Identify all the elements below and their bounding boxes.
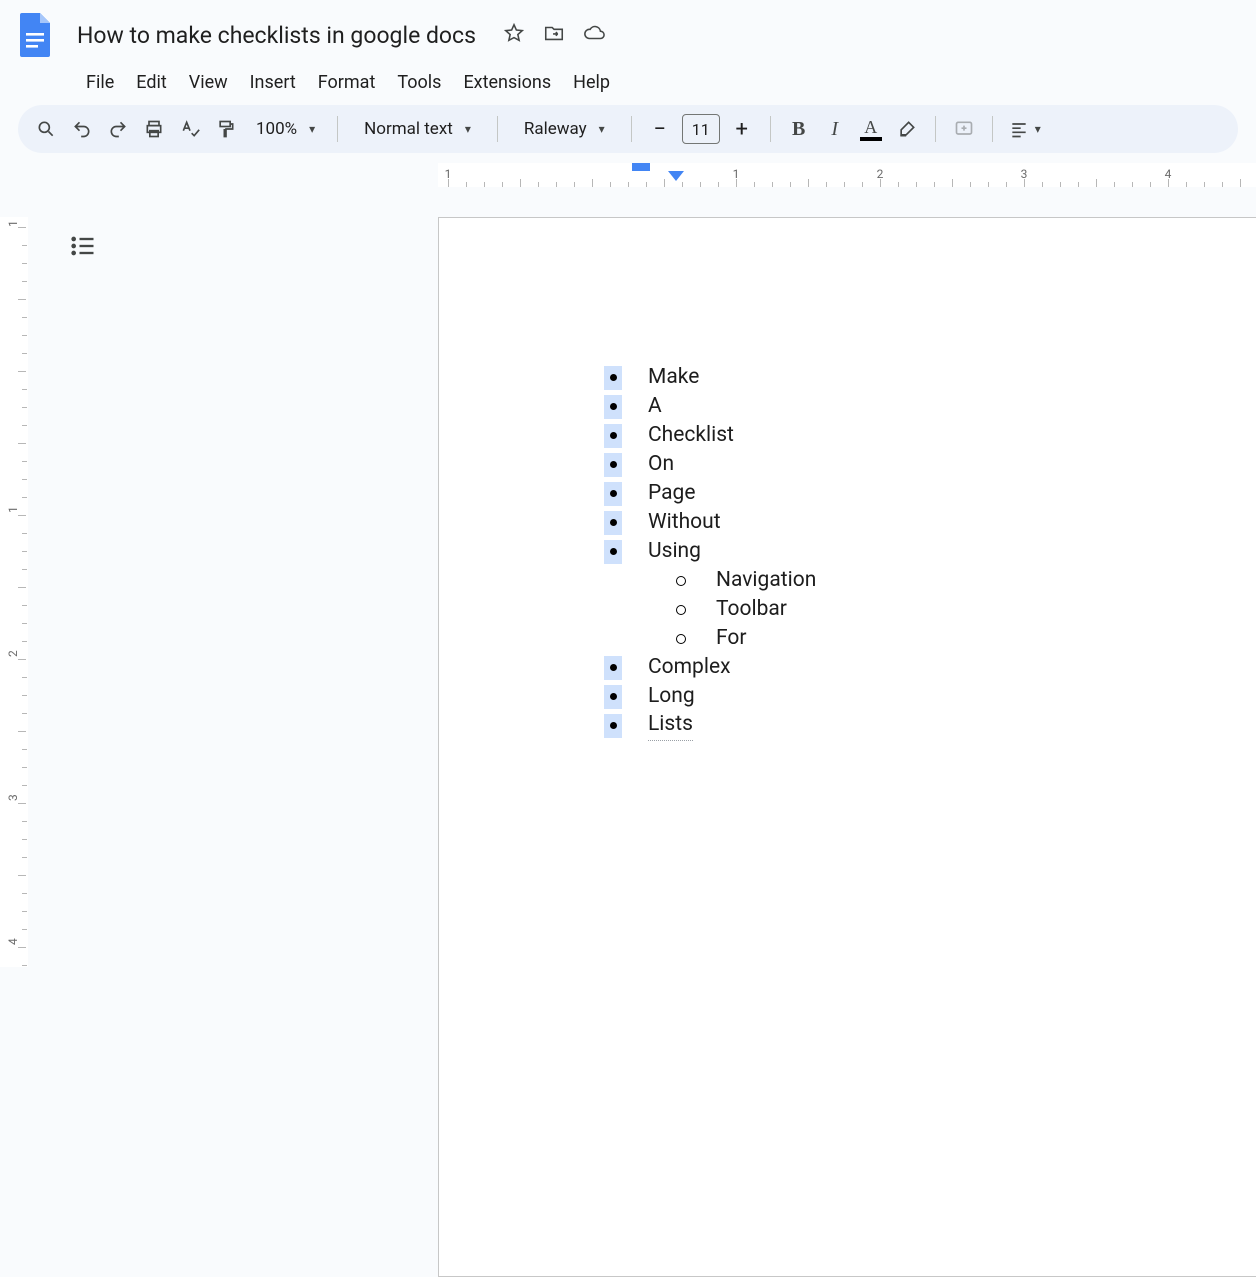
list-item-text[interactable]: Checklist (648, 421, 734, 450)
font-dropdown[interactable]: Raleway ▾ (510, 113, 619, 145)
paragraph-style-dropdown[interactable]: Normal text ▾ (350, 113, 485, 145)
list-item[interactable]: Long (604, 682, 816, 711)
bullet-filled-icon (604, 511, 622, 535)
separator (337, 116, 338, 142)
text-color-button[interactable]: A (855, 113, 887, 145)
chevron-down-icon: ▾ (309, 122, 315, 136)
paragraph-style-value: Normal text (364, 119, 453, 139)
left-indent-marker[interactable] (668, 171, 684, 181)
bullet-hollow-icon (672, 634, 690, 644)
italic-button[interactable]: I (819, 113, 851, 145)
spellcheck-icon[interactable] (174, 113, 206, 145)
list-item-text[interactable]: Without (648, 508, 721, 537)
bullet-filled-icon (604, 656, 622, 680)
bullet-filled-icon (604, 424, 622, 448)
menu-extensions[interactable]: Extensions (453, 68, 561, 97)
bullet-filled-icon (604, 714, 622, 738)
separator (992, 116, 993, 142)
star-icon[interactable] (503, 22, 525, 48)
ruler-number: 1 (6, 506, 20, 513)
bullet-hollow-icon (672, 576, 690, 586)
outline-toggle-icon[interactable] (66, 229, 100, 263)
menu-format[interactable]: Format (308, 68, 386, 97)
outline-panel-collapsed (28, 187, 414, 967)
list-item-text[interactable]: On (648, 450, 674, 479)
font-value: Raleway (524, 119, 587, 139)
docs-logo-icon[interactable] (16, 8, 56, 62)
bullet-hollow-icon (672, 605, 690, 615)
list-item-text[interactable]: A (648, 392, 662, 421)
increase-font-size-button[interactable]: + (726, 113, 758, 145)
horizontal-ruler[interactable]: 1 1 2 3 4 (28, 163, 1256, 187)
separator (770, 116, 771, 142)
list-item[interactable]: Lists (604, 711, 816, 740)
document-page[interactable]: MakeAChecklistOnPageWithoutUsing Navigati… (438, 217, 1256, 1277)
paint-format-icon[interactable] (210, 113, 242, 145)
list-item-text[interactable]: Toolbar (716, 595, 787, 624)
vertical-ruler[interactable]: 1 1 2 3 4 (0, 187, 28, 967)
list-item[interactable]: Without (604, 508, 816, 537)
list-item[interactable]: Complex (604, 653, 816, 682)
bullet-filled-icon (604, 482, 622, 506)
menu-tools[interactable]: Tools (387, 68, 451, 97)
list-item[interactable]: A (604, 392, 816, 421)
toolbar: 100% ▾ Normal text ▾ Raleway ▾ − 11 + B … (18, 105, 1238, 153)
separator (935, 116, 936, 142)
zoom-value: 100% (256, 119, 297, 139)
list-item[interactable]: Page (604, 479, 816, 508)
chevron-down-icon: ▾ (465, 122, 471, 136)
zoom-dropdown[interactable]: 100% ▾ (246, 113, 325, 145)
bullet-filled-icon (604, 685, 622, 709)
menu-edit[interactable]: Edit (126, 68, 176, 97)
font-size-input[interactable]: 11 (682, 114, 720, 144)
list-item-text[interactable]: Using (648, 537, 701, 566)
bold-button[interactable]: B (783, 113, 815, 145)
list-item[interactable]: For (604, 624, 816, 653)
insert-comment-button[interactable] (948, 113, 980, 145)
print-icon[interactable] (138, 113, 170, 145)
list-item-text[interactable]: For (716, 624, 747, 653)
redo-icon[interactable] (102, 113, 134, 145)
bullet-filled-icon (604, 540, 622, 564)
list-item[interactable]: On (604, 450, 816, 479)
bullet-filled-icon (604, 395, 622, 419)
document-title[interactable]: How to make checklists in google docs (72, 19, 481, 52)
move-icon[interactable] (543, 22, 565, 48)
chevron-down-icon: ▾ (599, 122, 605, 136)
separator (631, 116, 632, 142)
list-item-text[interactable]: Complex (648, 653, 731, 682)
list-item[interactable]: Make (604, 363, 816, 392)
bullet-filled-icon (604, 453, 622, 477)
cloud-status-icon[interactable] (583, 22, 605, 48)
ruler-number: 4 (6, 938, 20, 945)
chevron-down-icon: ▾ (1035, 122, 1041, 136)
menu-bar: File Edit View Insert Format Tools Exten… (16, 62, 1240, 105)
list-item-text[interactable]: Long (648, 682, 695, 711)
ruler-number: 1 (6, 220, 20, 227)
list-item[interactable]: Checklist (604, 421, 816, 450)
search-icon[interactable] (30, 113, 62, 145)
highlight-color-button[interactable] (891, 113, 923, 145)
list-item-text[interactable]: Lists (648, 710, 693, 741)
bullet-filled-icon (604, 366, 622, 390)
menu-view[interactable]: View (179, 68, 238, 97)
menu-insert[interactable]: Insert (240, 68, 306, 97)
list-item-text[interactable]: Make (648, 363, 699, 392)
undo-icon[interactable] (66, 113, 98, 145)
list-item[interactable]: Toolbar (604, 595, 816, 624)
list-item-text[interactable]: Navigation (716, 566, 816, 595)
separator (497, 116, 498, 142)
document-content[interactable]: MakeAChecklistOnPageWithoutUsing Navigati… (604, 363, 816, 740)
menu-file[interactable]: File (76, 68, 124, 97)
app-header: How to make checklists in google docs Fi… (0, 0, 1256, 105)
list-item-text[interactable]: Page (648, 479, 696, 508)
decrease-font-size-button[interactable]: − (644, 113, 676, 145)
list-item[interactable]: Navigation (604, 566, 816, 595)
first-line-indent-marker[interactable] (632, 163, 650, 171)
ruler-number: 3 (6, 794, 20, 801)
menu-help[interactable]: Help (563, 68, 620, 97)
align-dropdown[interactable]: ▾ (1005, 113, 1045, 145)
ruler-number: 2 (6, 650, 20, 657)
list-item[interactable]: Using (604, 537, 816, 566)
